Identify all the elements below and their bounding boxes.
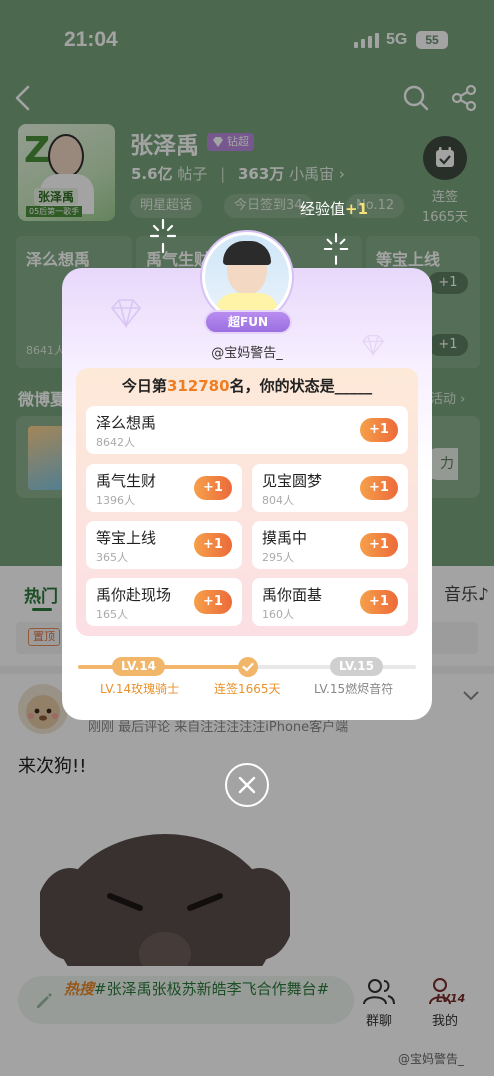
user-handle: @宝妈警告_ bbox=[211, 346, 283, 361]
level-next-label: LV.15燃烬音符 bbox=[314, 682, 394, 696]
status-question: 今日第312780名，你的状态是_____ bbox=[121, 377, 373, 395]
status-tag-5[interactable]: 摸禹中 295人 +1 bbox=[252, 521, 408, 569]
status-tag-6[interactable]: 禹你赴现场 165人 +1 bbox=[86, 578, 242, 626]
level-current-label: LV.14玫瑰骑士 bbox=[100, 682, 180, 696]
check-icon bbox=[238, 657, 258, 677]
experience-value: +1 bbox=[345, 200, 369, 218]
plus-one-button[interactable]: +1 bbox=[194, 476, 232, 500]
user-avatar bbox=[202, 232, 292, 322]
plus-one-button[interactable]: +1 bbox=[360, 476, 398, 500]
status-tag-2[interactable]: 禹气生财 1396人 +1 bbox=[86, 464, 242, 512]
plus-one-button[interactable]: +1 bbox=[194, 533, 232, 557]
plus-one-button[interactable]: +1 bbox=[360, 418, 398, 442]
diamond-deco-icon bbox=[110, 299, 142, 328]
experience-gain: 经验值+1 bbox=[300, 200, 369, 218]
status-tag-3[interactable]: 见宝圆梦 804人 +1 bbox=[252, 464, 408, 512]
status-tag-7[interactable]: 禹你面基 160人 +1 bbox=[252, 578, 408, 626]
close-icon bbox=[238, 776, 256, 794]
sparkle-icon bbox=[323, 233, 349, 265]
close-button[interactable] bbox=[225, 763, 269, 807]
plus-one-button[interactable]: +1 bbox=[194, 590, 232, 614]
level-current-pill: LV.14 bbox=[112, 657, 165, 676]
status-tag-1[interactable]: 泽么想禹 8642人 +1 bbox=[86, 406, 408, 454]
sparkle-icon bbox=[149, 218, 177, 254]
superfun-badge: 超FUN bbox=[204, 310, 292, 334]
checkin-rank: 312780 bbox=[166, 377, 230, 395]
streak-label: 连签1665天 bbox=[214, 682, 281, 696]
level-next-pill: LV.15 bbox=[330, 657, 383, 676]
plus-one-button[interactable]: +1 bbox=[360, 533, 398, 557]
status-tag-4[interactable]: 等宝上线 365人 +1 bbox=[86, 521, 242, 569]
plus-one-button[interactable]: +1 bbox=[360, 590, 398, 614]
